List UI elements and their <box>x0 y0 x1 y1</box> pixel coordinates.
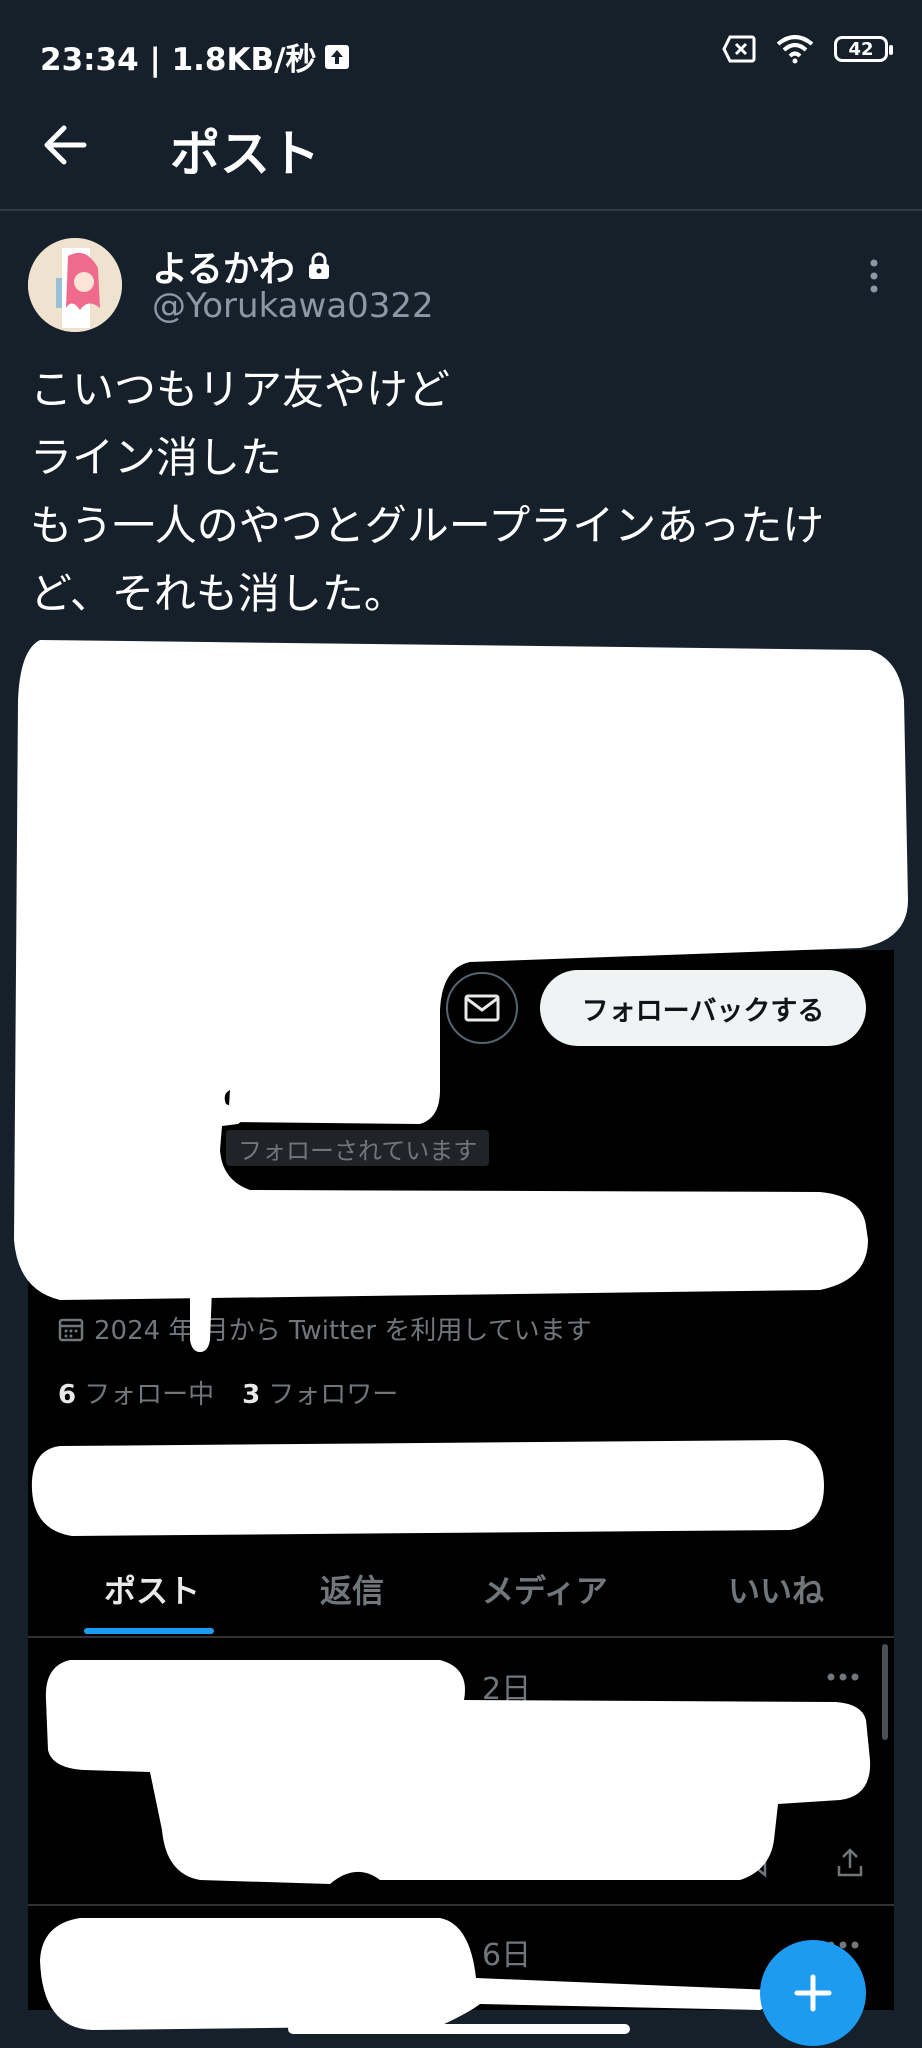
redaction-blob <box>14 640 908 1300</box>
redaction-blob <box>190 1290 212 1352</box>
compose-button[interactable] <box>760 1940 866 2046</box>
redaction-marks <box>14 640 908 2030</box>
plus-icon <box>794 1974 832 2012</box>
redaction-blob <box>31 1440 824 1536</box>
redaction-blob <box>40 1918 775 2030</box>
home-indicator[interactable] <box>288 2024 630 2034</box>
redaction-blob <box>45 1660 871 1884</box>
